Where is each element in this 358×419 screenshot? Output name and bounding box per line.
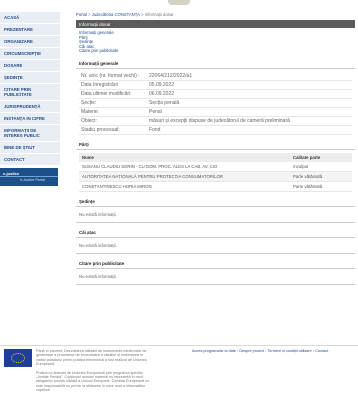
sidebar-item-interes-public[interactable]: INFORMAȚII DE INTERES PUBLIC [0,125,60,142]
e-justice-banner[interactable]: e-justice e-Justice Portal [0,168,58,186]
main-content: Portal > Judecătoria CONSTANȚA > Informa… [76,12,355,286]
footer: Până în prezent, Dezvoltarea utilizării … [0,345,358,419]
footer-link-termeni[interactable]: Termeni și condiții utilizare [267,349,311,353]
sidebar: ACASĂ PREZENTARE ORGANIZARE CIRCUMSCRIPȚ… [0,12,60,186]
info-value: 22064/212/2022/a1 [149,72,193,79]
section-general: Informații generale Nr. unic (nr. format… [76,59,355,135]
section-parti-title: Părți [76,140,355,150]
info-label: Secție: [81,99,97,106]
section-citare: Citare prin publicitate Nu există inform… [76,259,355,286]
info-value: 05.09.2022 [149,81,175,88]
table-row: AUTORITATEA NAȚIONALĂ PENTRU PROTECȚIA C… [79,171,352,183]
info-value: măsuri și excepții dispuse de judecătoru… [149,117,290,124]
sidebar-item-bine-de-stiut[interactable]: BINE DE ȘTIUT [0,142,60,154]
info-value: Fond [149,126,161,133]
info-label: Data ultimei modificări: [81,90,132,97]
banner-subtitle: e-Justice Portal [20,178,45,182]
sidebar-item-sedinte[interactable]: ȘEDINȚE [0,72,60,84]
info-label: Materie: [81,108,100,115]
column-header-calitate: Calitate parte [290,152,352,162]
info-value: 06.09.2022 [149,90,175,97]
citare-empty-message: Nu există informații. [76,269,355,286]
sidebar-item-jurisprudenta[interactable]: JURISPRUDENȚĂ [0,101,60,113]
footer-text-2: Proiect co-finanțat de Uniunea Europeană… [36,370,150,393]
sidebar-item-instanta-cifre[interactable]: INSTANȚA IN CIFRE [0,113,60,125]
section-sedinte: Ședințe Nu există informații. [76,197,355,224]
party-role: Parte vătămată [290,181,352,193]
info-row-obiect: Obiect: măsuri și excepții dispuse de jud… [79,117,352,126]
parti-table-wrap: Nume Calitate parte SUSANU CLAUDIU SORIN… [76,150,355,193]
eu-flag-icon [4,349,32,367]
info-label: Data înregistrării [81,81,118,88]
section-parti: Părți Nume Calitate parte SUSANU CLAUDIU… [76,140,355,193]
info-value: Penal [149,108,162,115]
sidebar-item-circumscriptie[interactable]: CIRCUMSCRIPȚIE [0,48,60,60]
footer-text-1: Până în prezent, Dezvoltarea utilizării … [36,349,147,367]
section-sedinte-title: Ședințe [76,197,355,208]
breadcrumb: Portal > Judecătoria CONSTANȚA > Informa… [76,12,355,20]
breadcrumb-portal[interactable]: Portal [76,12,87,17]
info-row-data-inregistrare: Data înregistrării 05.09.2022 [79,81,352,90]
info-row-nr-unic: Nr. unic (nr. format vechi) : 22064/212/2… [79,72,352,81]
column-header-nume: Nume [79,152,290,162]
info-label: Nr. unic (nr. format vechi) : [81,72,140,79]
sedinte-empty-message: Nu există informații. [76,207,355,224]
top-bar [0,0,358,6]
cai-atac-empty-message: Nu există informații. [76,238,355,255]
footer-links: Acces programatic la date • Despre proie… [192,349,358,353]
info-label: Stadiu procesual: [81,126,120,133]
info-row-sectie: Secție: Secția penală [79,99,352,108]
table-header-row: Nume Calitate parte [79,152,352,162]
table-row: CONSTANTINESCU HORIA MIRON Parte vătămată [79,181,352,193]
section-general-title: Informații generale [76,59,355,69]
sidebar-item-organizare[interactable]: ORGANIZARE [0,36,60,48]
party-role: Parte vătămată [290,171,352,183]
section-anchor-links: Informații generale Părți Ședințe Căi at… [76,28,355,54]
table-row: SUSANU CLAUDIU SORIN - CU DOM. PROC. ALE… [79,161,352,173]
parti-table: Nume Calitate parte SUSANU CLAUDIU SORIN… [79,152,352,193]
info-value: Secția penală [149,99,180,106]
section-cai-atac-title: Căi atac [76,228,355,239]
party-name: CONSTANTINESCU HORIA MIRON [79,181,290,193]
anchor-citare[interactable]: Citare prin publicitate [79,49,352,54]
breadcrumb-court[interactable]: Judecătoria CONSTANȚA [92,12,140,17]
info-label: Obiect: [81,117,97,124]
eu-stars-icon [11,353,25,363]
section-cai-atac: Căi atac Nu există informații. [76,228,355,255]
breadcrumb-current: Informații dosar [144,12,174,17]
info-row-materie: Materie: Penal [79,108,352,117]
footer-project-text: Până în prezent, Dezvoltarea utilizării … [36,349,150,397]
info-row-data-modificare: Data ultimei modificări: 06.09.2022 [79,90,352,99]
general-info-list: Nr. unic (nr. format vechi) : 22064/212/2… [76,69,355,135]
sidebar-item-dosare[interactable]: DOSARE [0,60,60,72]
party-role: Inculpat [290,161,352,173]
party-name: SUSANU CLAUDIU SORIN - CU DOM. PROC. ALE… [79,161,290,173]
sidebar-item-prezentare[interactable]: PREZENTARE [0,24,60,36]
info-row-stadiu: Stadiu procesual: Fond [79,126,352,135]
sidebar-item-acasa[interactable]: ACASĂ [0,12,60,24]
banner-stripe [0,176,58,177]
sidebar-item-citare[interactable]: CITARE PRIN PUBLICITATE [0,84,60,101]
sidebar-item-contact[interactable]: CONTACT [0,154,60,166]
footer-link-acces-programatic[interactable]: Acces programatic la date [192,349,236,353]
party-name: AUTORITATEA NAȚIONALĂ PENTRU PROTECȚIA C… [79,171,290,183]
emblem-icon [168,0,190,5]
page-title: Informații dosar [76,20,355,28]
section-citare-title: Citare prin publicitate [76,259,355,270]
footer-link-contact[interactable]: Contact [315,349,328,353]
footer-link-despre-proiect[interactable]: Despre proiect [239,349,264,353]
